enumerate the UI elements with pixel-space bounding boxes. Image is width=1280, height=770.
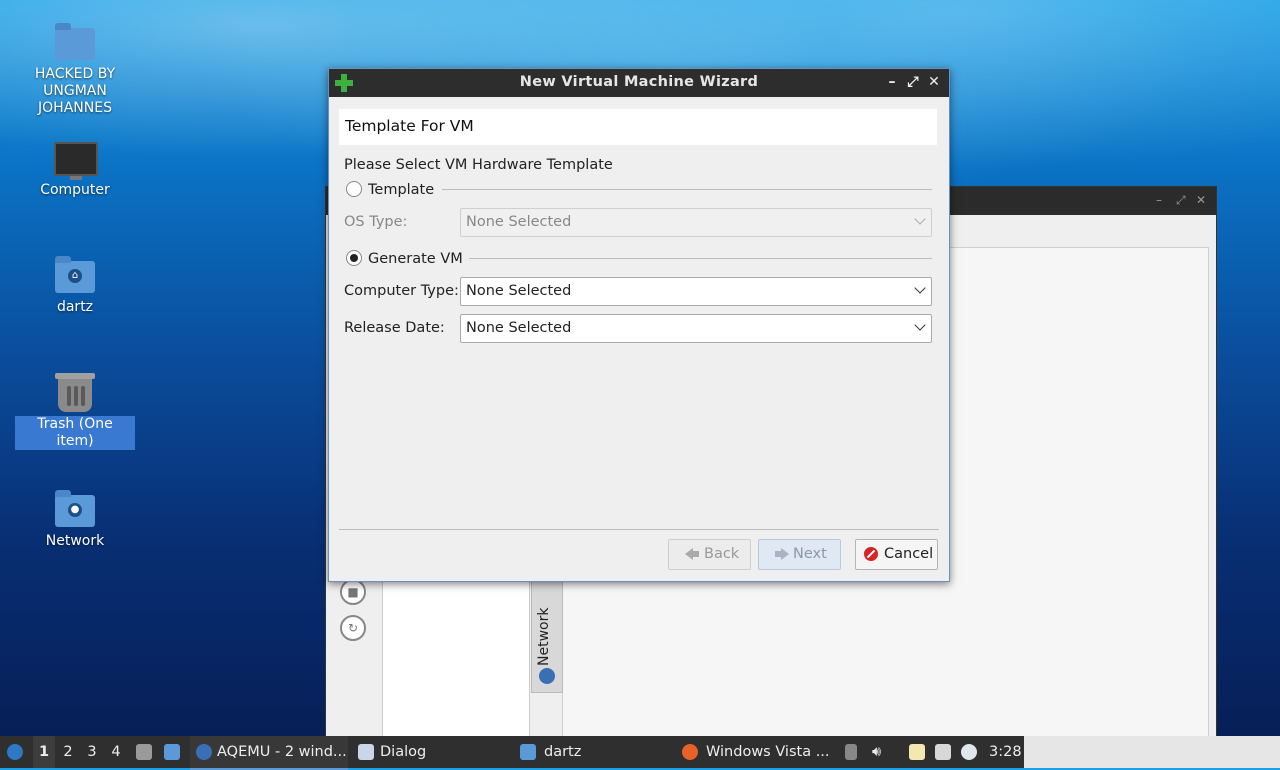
desktop-icon-label: Trash (One item) (15, 416, 135, 450)
folder-icon (520, 744, 536, 760)
trash-icon (55, 373, 95, 412)
stop-icon[interactable]: ■ (340, 579, 366, 605)
chevron-down-icon (915, 285, 925, 295)
release-date-label: Release Date: (344, 320, 445, 336)
tab-network-label: Network (536, 607, 552, 666)
minimize-icon[interactable]: – (885, 74, 899, 90)
task-label: dartz (544, 744, 582, 760)
divider (442, 189, 932, 190)
desktop-icon-trash[interactable]: Trash (One item) (15, 372, 135, 450)
globe-icon (539, 668, 555, 684)
start-menu-icon[interactable] (7, 744, 23, 760)
show-desktop-icon[interactable] (164, 744, 180, 760)
generate-vm-radio-label: Generate VM (368, 251, 463, 267)
network-status-icon[interactable] (935, 744, 951, 760)
taskbar: 1 2 3 4 AQEMU - 2 wind... Dialog dartz W… (0, 736, 1024, 770)
volume-icon[interactable]: 🔊︎ (872, 736, 881, 768)
arrow-left-icon (685, 548, 699, 560)
desktop-icon-hacked-folder[interactable]: HACKED BY UNGMAN JOHANNES (15, 22, 135, 117)
task-dialog[interactable]: Dialog (352, 736, 502, 768)
arrow-right-icon (775, 548, 789, 560)
tab-network[interactable]: Network (531, 581, 563, 693)
wizard-page-title: Template For VM (345, 117, 474, 135)
desktop-icon-label: UNGMAN (43, 83, 107, 99)
os-type-value: None Selected (466, 214, 572, 230)
workspace-1[interactable]: 1 (33, 736, 55, 768)
minimize-icon[interactable]: – (1156, 193, 1162, 207)
desktop-icon-network[interactable]: ● Network (15, 489, 135, 550)
template-radio-label: Template (368, 182, 435, 198)
cancel-icon (864, 547, 878, 561)
desktop-icon-label: JOHANNES (38, 100, 112, 116)
computer-type-value: None Selected (466, 283, 572, 299)
update-notifier-icon[interactable] (961, 744, 977, 760)
workspace-4[interactable]: 4 (105, 736, 127, 768)
eject-icon[interactable] (845, 744, 857, 760)
task-aqemu[interactable]: AQEMU - 2 wind... (190, 736, 348, 770)
back-button[interactable]: Back (668, 539, 751, 570)
new-vm-wizard-dialog: New Virtual Machine Wizard – ⤢ ✕ Templat… (328, 68, 950, 582)
computer-type-select[interactable]: None Selected (460, 277, 932, 306)
task-firefox[interactable]: Windows Vista ... (676, 736, 831, 768)
desktop-icon-label: dartz (56, 299, 94, 315)
desktop-icon-computer[interactable]: Computer (15, 138, 135, 199)
os-type-label: OS Type: (344, 214, 408, 230)
divider (469, 258, 932, 259)
computer-icon (54, 142, 98, 180)
folder-icon (55, 23, 95, 60)
desktop-icon-label: Network (45, 533, 105, 549)
workspace-2[interactable]: 2 (57, 736, 79, 768)
window-icon (358, 744, 374, 760)
clock[interactable]: 3:28 (989, 736, 1022, 768)
wizard-page-header: Template For VM (339, 109, 937, 145)
background-window-footer (1024, 736, 1280, 768)
maximize-icon[interactable]: ⤢ (906, 74, 920, 90)
close-icon[interactable]: ✕ (1196, 193, 1206, 207)
button-divider (339, 529, 939, 530)
clipboard-icon[interactable] (909, 744, 925, 760)
file-manager-launcher-icon[interactable] (136, 744, 152, 760)
back-button-label: Back (704, 546, 740, 562)
desktop-icon-label: Computer (40, 182, 110, 198)
chevron-down-icon (915, 216, 925, 226)
workspace-3[interactable]: 3 (81, 736, 103, 768)
task-dartz[interactable]: dartz (514, 736, 664, 768)
release-date-select[interactable]: None Selected (460, 314, 932, 343)
aqemu-icon (196, 744, 212, 760)
task-label: Dialog (380, 744, 427, 760)
desktop-icon-label: HACKED BY (34, 66, 116, 82)
os-type-select: None Selected (460, 208, 932, 237)
desktop-icon-dartz[interactable]: ⌂ dartz (15, 255, 135, 316)
dialog-title: New Virtual Machine Wizard (519, 74, 759, 90)
task-label: Windows Vista ... (706, 744, 830, 760)
home-folder-icon: ⌂ (55, 256, 95, 293)
template-radio[interactable] (346, 181, 362, 197)
maximize-icon[interactable]: ⤢ (1176, 193, 1186, 208)
release-date-value: None Selected (466, 320, 572, 336)
chevron-down-icon (915, 322, 925, 332)
firefox-icon (682, 744, 698, 760)
computer-type-label: Computer Type: (344, 283, 459, 299)
vm-list[interactable] (382, 581, 530, 741)
network-folder-icon: ● (55, 490, 95, 527)
task-label: AQEMU - 2 wind... (217, 744, 347, 760)
template-prompt: Please Select VM Hardware Template (344, 157, 613, 173)
cancel-button-label: Cancel (884, 546, 934, 562)
next-button-label: Next (793, 546, 827, 562)
dialog-titlebar[interactable]: New Virtual Machine Wizard – ⤢ ✕ (329, 69, 949, 97)
cancel-button[interactable]: Cancel (855, 539, 938, 570)
reload-icon[interactable]: ↻ (340, 615, 366, 641)
next-button[interactable]: Next (758, 539, 841, 570)
generate-vm-radio[interactable] (346, 250, 362, 266)
close-icon[interactable]: ✕ (927, 74, 941, 90)
